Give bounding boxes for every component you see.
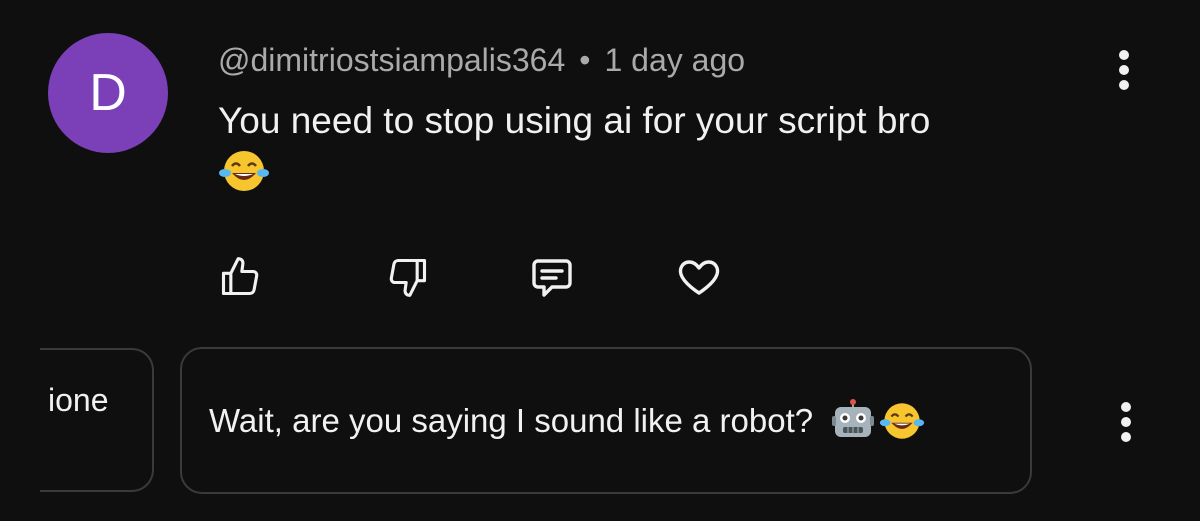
heart-icon [678, 260, 720, 295]
laughing-tears-emoji [879, 402, 925, 439]
heart-button[interactable] [672, 250, 726, 304]
comment-icon [532, 259, 572, 297]
thumbs-down-icon [389, 258, 427, 297]
comment-menu-button[interactable] [1104, 40, 1144, 100]
like-button[interactable] [213, 250, 267, 304]
more-vertical-icon [1119, 50, 1129, 90]
avatar[interactable]: D [48, 33, 168, 153]
comment-body: You need to stop using ai for your scrip… [218, 94, 1078, 209]
comment-author[interactable]: @dimitriostsiampalis364 [218, 42, 565, 79]
suggested-reply-emojis [831, 398, 925, 444]
avatar-letter: D [89, 64, 127, 122]
more-vertical-icon [1121, 402, 1131, 442]
laughing-tears-emoji [218, 148, 270, 209]
comment-timestamp[interactable]: 1 day ago [604, 42, 745, 79]
suggestions-menu-button[interactable] [1106, 392, 1146, 452]
suggested-reply-chip-partial[interactable]: ione [40, 348, 154, 492]
suggested-reply-text: Wait, are you saying I sound like a robo… [209, 401, 814, 439]
meta-separator: • [579, 41, 591, 78]
suggested-reply-text: ione [48, 382, 109, 418]
robot-emoji [832, 398, 875, 437]
dislike-button[interactable] [381, 250, 435, 304]
thumbs-up-icon [221, 257, 259, 296]
suggested-reply-chip[interactable]: Wait, are you saying I sound like a robo… [180, 347, 1032, 494]
comment-meta: @dimitriostsiampalis364 • 1 day ago [218, 38, 745, 82]
reply-button[interactable] [525, 250, 579, 304]
comment-text: You need to stop using ai for your scrip… [218, 100, 931, 141]
